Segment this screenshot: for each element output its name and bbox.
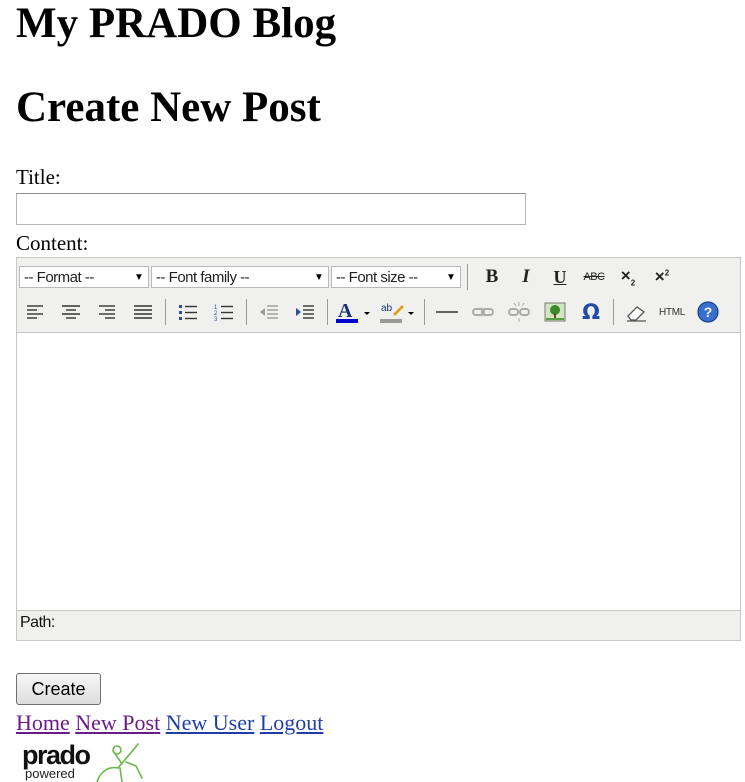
help-icon: ? <box>697 301 719 323</box>
logo-tagline: powered <box>25 766 75 781</box>
format-select[interactable]: -- Format -- ▼ <box>19 266 149 288</box>
html-icon: HTML <box>658 306 686 318</box>
editor-toolbar-row-2: 123 A ab Ω HTML ? <box>17 295 726 329</box>
subscript-button[interactable]: ×2 <box>611 262 645 292</box>
site-title: My PRADO Blog <box>16 0 337 47</box>
special-character-button[interactable]: Ω <box>573 297 609 327</box>
link-icon <box>472 308 494 316</box>
numbered-list-icon: 123 <box>214 305 233 321</box>
create-button[interactable]: Create <box>16 673 101 705</box>
editor-content-area[interactable] <box>17 332 740 611</box>
unlink-button[interactable] <box>501 297 537 327</box>
align-justify-button[interactable] <box>125 297 161 327</box>
font-family-select[interactable]: -- Font family -- ▼ <box>151 266 329 288</box>
unlink-icon <box>508 302 530 322</box>
align-left-button[interactable] <box>17 297 53 327</box>
insert-link-button[interactable] <box>465 297 501 327</box>
indent-button[interactable] <box>287 297 323 327</box>
footer-nav: Home New Post New User Logout <box>16 710 323 736</box>
outdent-button[interactable] <box>251 297 287 327</box>
chevron-down-icon: ▼ <box>314 271 324 283</box>
italic-button[interactable]: I <box>509 262 543 292</box>
font-color-icon: A <box>336 300 370 323</box>
align-right-button[interactable] <box>89 297 125 327</box>
svg-text:ab: ab <box>381 303 393 314</box>
html-source-button[interactable]: HTML <box>654 297 690 327</box>
svg-text:A: A <box>338 300 353 322</box>
page-heading: Create New Post <box>16 84 321 131</box>
content-label: Content: <box>16 231 89 255</box>
toolbar-separator <box>613 299 614 325</box>
highlight-color-icon: ab <box>380 303 414 323</box>
font-family-select-label: -- Font family -- <box>156 268 250 286</box>
help-button[interactable]: ? <box>690 297 726 327</box>
underline-icon: U <box>553 266 567 287</box>
strikethrough-button[interactable]: ABC <box>577 262 611 292</box>
toolbar-separator <box>165 299 166 325</box>
title-label: Title: <box>16 165 61 189</box>
bullet-list-icon <box>179 305 197 320</box>
nav-link-new-user[interactable]: New User <box>166 710 255 735</box>
align-left-icon <box>27 305 43 319</box>
nav-link-new-post[interactable]: New Post <box>75 710 160 735</box>
highlight-color-button[interactable]: ab <box>376 297 420 327</box>
bullet-list-button[interactable] <box>170 297 206 327</box>
title-input[interactable] <box>16 193 526 225</box>
outdent-icon <box>260 305 278 319</box>
align-center-button[interactable] <box>53 297 89 327</box>
insert-image-button[interactable] <box>537 297 573 327</box>
horizontal-rule-icon <box>436 311 458 313</box>
bold-icon: B <box>485 266 499 287</box>
svg-text:3: 3 <box>214 317 218 321</box>
chevron-down-icon: ▼ <box>446 271 456 283</box>
format-select-label: -- Format -- <box>24 268 94 286</box>
image-icon <box>544 302 566 322</box>
editor-toolbar-row-1: -- Format -- ▼ -- Font family -- ▼ -- Font… <box>17 260 679 294</box>
font-size-select[interactable]: -- Font size -- ▼ <box>331 266 461 288</box>
omega-icon: Ω <box>582 300 600 324</box>
numbered-list-button[interactable]: 123 <box>206 297 242 327</box>
eraser-icon <box>627 306 646 322</box>
underline-button[interactable]: U <box>543 262 577 292</box>
indent-icon <box>296 305 314 319</box>
editor-path-bar: Path: <box>20 614 55 631</box>
toolbar-separator <box>467 264 468 290</box>
nav-link-home[interactable]: Home <box>16 710 70 735</box>
bold-button[interactable]: B <box>475 262 509 292</box>
align-right-icon <box>99 305 115 319</box>
font-color-button[interactable]: A <box>332 297 376 327</box>
nav-link-logout[interactable]: Logout <box>260 710 324 735</box>
superscript-icon: ×2 <box>654 267 670 286</box>
toolbar-separator <box>327 299 328 325</box>
remove-format-button[interactable] <box>618 297 654 327</box>
align-justify-icon <box>134 305 152 319</box>
toolbar-separator <box>246 299 247 325</box>
toolbar-separator <box>424 299 425 325</box>
svg-text:?: ? <box>704 304 713 320</box>
prado-powered-logo[interactable]: prado powered <box>22 738 147 782</box>
superscript-button[interactable]: ×2 <box>645 262 679 292</box>
horizontal-rule-button[interactable] <box>429 297 465 327</box>
subscript-icon: ×2 <box>620 266 636 288</box>
font-size-select-label: -- Font size -- <box>336 268 418 286</box>
italic-icon: I <box>522 266 530 287</box>
chevron-down-icon: ▼ <box>134 271 144 283</box>
rich-text-editor: -- Format -- ▼ -- Font family -- ▼ -- Font… <box>16 257 741 641</box>
align-center-icon <box>62 305 80 319</box>
strikethrough-icon: ABC <box>583 271 605 283</box>
